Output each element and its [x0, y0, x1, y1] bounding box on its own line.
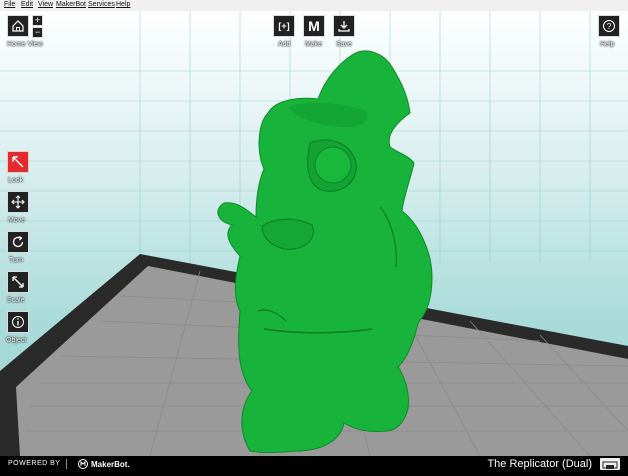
scale-arrow-icon — [12, 276, 24, 288]
home-view-label: Home View — [7, 41, 43, 48]
makerbot-logo: MakerBot. — [78, 459, 130, 469]
object-tool-button[interactable] — [7, 311, 29, 333]
move-tool-label: Move — [8, 217, 26, 224]
question-icon: ? — [603, 20, 615, 32]
zoom-out-button[interactable]: − — [32, 27, 43, 38]
makerbot-brand-text: MakerBot. — [91, 459, 130, 469]
rotate-icon — [12, 235, 24, 248]
menu-file[interactable]: File — [4, 1, 15, 8]
menu-edit[interactable]: Edit — [21, 1, 33, 8]
move-tool-button[interactable] — [7, 191, 29, 213]
home-view-button[interactable] — [7, 15, 29, 37]
footer-divider — [66, 459, 67, 469]
scale-tool-label: Scale — [7, 297, 25, 304]
home-icon — [12, 20, 24, 32]
menu-view[interactable]: View — [38, 1, 53, 8]
object-tool-label: Object — [6, 337, 27, 344]
help-label: Help — [600, 41, 615, 48]
menu-makerbot[interactable]: MakerBot — [56, 1, 86, 8]
look-tool-button[interactable] — [7, 151, 29, 173]
add-label: Add — [278, 41, 291, 48]
build-volume-scene — [0, 11, 628, 456]
zoom-in-button[interactable]: + — [32, 15, 43, 26]
menu-services[interactable]: Services — [88, 1, 115, 8]
makerbot-m-icon: M — [308, 18, 320, 34]
makerbot-logo-icon — [78, 459, 88, 469]
download-icon — [338, 21, 350, 32]
make-label: Make — [305, 41, 323, 48]
svg-text:?: ? — [607, 22, 612, 31]
add-icon: [+] — [278, 21, 290, 31]
turn-tool-button[interactable] — [7, 231, 29, 253]
help-button[interactable]: ? — [598, 15, 620, 37]
look-arrow-icon — [12, 156, 24, 168]
menu-help[interactable]: Help — [116, 1, 130, 8]
status-footer: POWERED BY MakerBot. The Replicator (Dua… — [0, 456, 628, 472]
save-button[interactable] — [333, 15, 355, 37]
info-icon — [12, 316, 24, 328]
save-label: Save — [336, 41, 352, 48]
look-tool-label: Look — [8, 177, 24, 184]
move-arrows-icon — [11, 195, 25, 209]
scale-tool-button[interactable] — [7, 271, 29, 293]
3d-viewport[interactable] — [0, 11, 628, 456]
make-button[interactable]: M — [303, 15, 325, 37]
powered-by-label: POWERED BY — [8, 460, 61, 467]
add-button[interactable]: [+] — [273, 15, 295, 37]
machine-name[interactable]: The Replicator (Dual) — [487, 458, 592, 470]
printer-icon[interactable] — [600, 458, 620, 470]
turn-tool-label: Turn — [9, 257, 24, 264]
